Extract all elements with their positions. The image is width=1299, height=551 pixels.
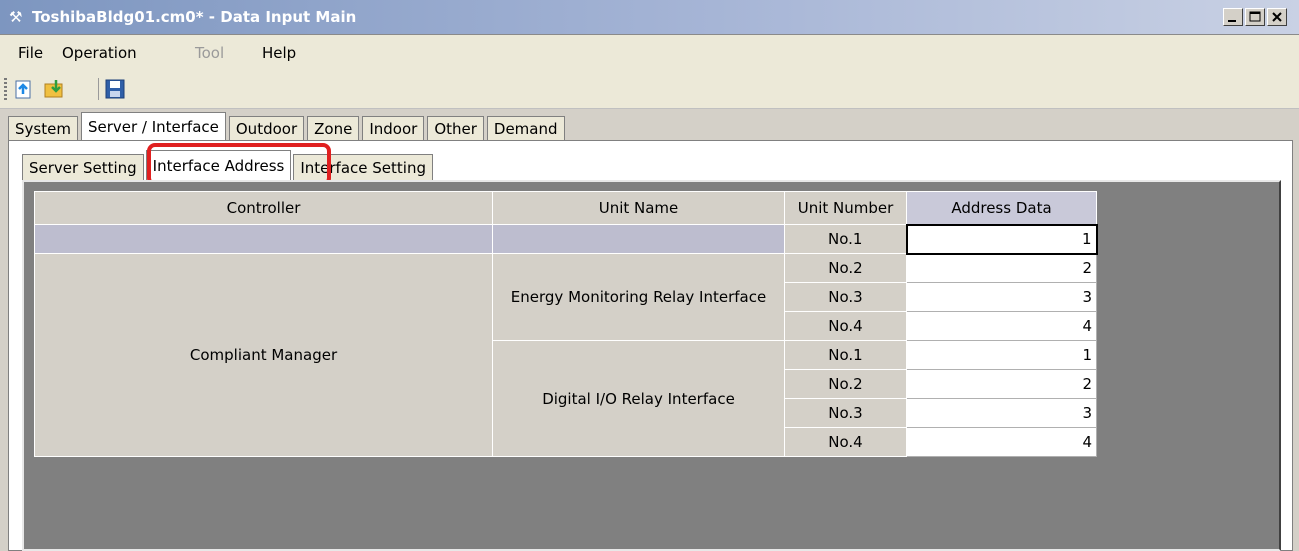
header-unit-name[interactable]: Unit Name bbox=[492, 191, 785, 225]
address-data-cell[interactable]: 2 bbox=[906, 253, 1097, 283]
main-tab-strip: System Server / Interface Outdoor Zone I… bbox=[8, 112, 568, 140]
address-data-cell[interactable]: 1 bbox=[905, 223, 1098, 255]
header-address-data[interactable]: Address Data bbox=[906, 191, 1097, 225]
address-data-cell[interactable]: 3 bbox=[906, 282, 1097, 312]
controller-cell[interactable]: Compliant Manager bbox=[34, 253, 493, 457]
unit-number-cell: No.1 bbox=[784, 340, 907, 370]
import-icon[interactable] bbox=[44, 78, 66, 100]
open-icon[interactable] bbox=[14, 78, 36, 100]
subtab-server-setting[interactable]: Server Setting bbox=[22, 154, 144, 180]
unit-number-cell: No.1 bbox=[784, 224, 907, 254]
controller-cell-selected[interactable] bbox=[34, 224, 493, 254]
address-data-cell[interactable]: 4 bbox=[906, 311, 1097, 341]
title-bar[interactable]: ⚒ ToshibaBldg01.cm0* - Data Input Main bbox=[0, 0, 1299, 35]
window-controls bbox=[1223, 8, 1287, 26]
unit-number-cell: No.2 bbox=[784, 369, 907, 399]
tab-zone[interactable]: Zone bbox=[307, 116, 360, 140]
menu-tool-label: Tool bbox=[195, 44, 225, 62]
save-icon[interactable] bbox=[104, 78, 126, 100]
menu-help[interactable]: Help bbox=[262, 44, 296, 62]
address-data-cell[interactable]: 2 bbox=[906, 369, 1097, 399]
sub-tab-strip: Server Setting Interface Address Interfa… bbox=[22, 150, 435, 180]
app-wrench-icon: ⚒ bbox=[9, 8, 23, 26]
address-data-cell[interactable]: 1 bbox=[906, 340, 1097, 370]
menu-file[interactable]: File bbox=[18, 44, 43, 62]
unit-number-cell: No.4 bbox=[784, 311, 907, 341]
minimize-icon bbox=[1228, 20, 1236, 22]
close-icon bbox=[1272, 12, 1282, 22]
tab-server-interface[interactable]: Server / Interface bbox=[80, 112, 226, 140]
tab-system[interactable]: System bbox=[8, 116, 78, 140]
tab-other[interactable]: Other bbox=[427, 116, 484, 140]
menu-operation-label: Operation bbox=[62, 44, 137, 62]
address-grid: Controller Unit Name Unit Number Address… bbox=[34, 191, 1098, 457]
tab-outdoor[interactable]: Outdoor bbox=[228, 116, 305, 140]
tab-indoor[interactable]: Indoor bbox=[362, 116, 425, 140]
window-title: ToshibaBldg01.cm0* - Data Input Main bbox=[32, 8, 357, 26]
address-data-cell[interactable]: 4 bbox=[906, 427, 1097, 457]
menu-file-label: File bbox=[18, 44, 44, 62]
unit-number-cell: No.2 bbox=[784, 253, 907, 283]
header-unit-number[interactable]: Unit Number bbox=[784, 191, 907, 225]
menu-operation[interactable]: Operation bbox=[62, 44, 137, 62]
toolbar-grip[interactable] bbox=[4, 78, 7, 100]
minimize-button[interactable] bbox=[1223, 8, 1243, 26]
maximize-icon bbox=[1249, 11, 1261, 22]
address-data-cell[interactable]: 3 bbox=[906, 398, 1097, 428]
menu-help-label: Help bbox=[262, 44, 297, 62]
menu-bar: File Operation Tool Help bbox=[0, 35, 1299, 70]
unit-name-cell[interactable]: Energy Monitoring Relay Interface bbox=[492, 253, 785, 341]
close-button[interactable] bbox=[1267, 8, 1287, 26]
tab-demand[interactable]: Demand bbox=[486, 116, 565, 140]
header-controller[interactable]: Controller bbox=[34, 191, 493, 225]
maximize-button[interactable] bbox=[1245, 8, 1265, 26]
subtab-interface-address[interactable]: Interface Address bbox=[145, 150, 292, 180]
menu-tool[interactable]: Tool bbox=[195, 44, 224, 62]
subtab-interface-setting[interactable]: Interface Setting bbox=[293, 154, 433, 180]
toolbar bbox=[0, 70, 1299, 109]
unit-number-cell: No.3 bbox=[784, 398, 907, 428]
unit-number-cell: No.3 bbox=[784, 282, 907, 312]
unit-number-cell: No.4 bbox=[784, 427, 907, 457]
toolbar-separator bbox=[98, 78, 99, 100]
unit-name-cell-selected[interactable] bbox=[492, 224, 785, 254]
unit-name-cell[interactable]: Digital I/O Relay Interface bbox=[492, 340, 785, 457]
